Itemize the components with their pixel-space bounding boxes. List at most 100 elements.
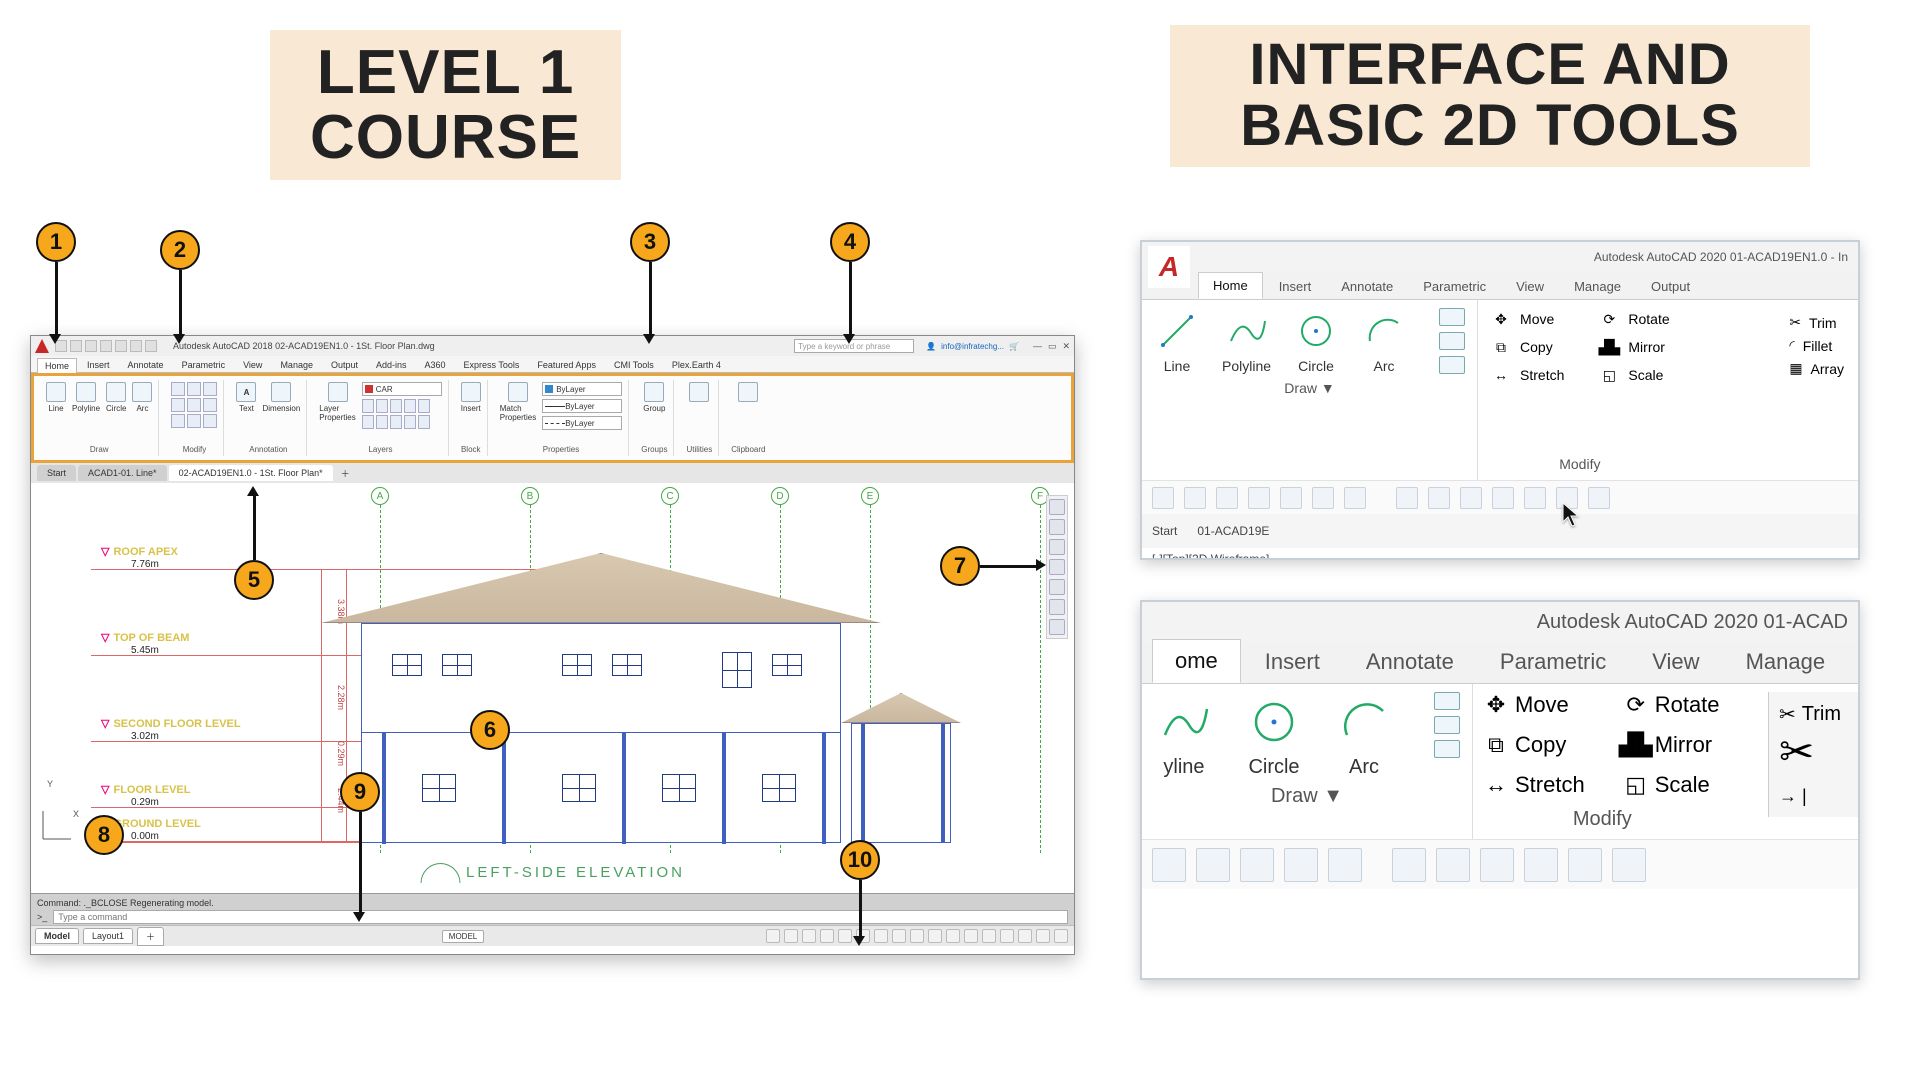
qa-save-icon[interactable] [1216, 487, 1238, 509]
tab-a-view[interactable]: View [1502, 274, 1558, 299]
qb-m5-icon[interactable] [1568, 848, 1602, 882]
ribbon-tab-addins[interactable]: Add-ins [368, 357, 415, 372]
qb-redo-icon[interactable] [1328, 848, 1362, 882]
tool-a-arc[interactable]: Arc [1361, 308, 1407, 374]
qa-undo-icon[interactable] [1312, 487, 1334, 509]
filebar-start[interactable]: Start [1152, 524, 1177, 538]
draw-panel-label-a[interactable]: Draw ▼ [1154, 380, 1465, 396]
status-cycling-icon[interactable] [946, 929, 960, 943]
file-tab-new[interactable]: ＋ [335, 464, 356, 483]
tool-a-array[interactable]: ▦Array [1789, 360, 1844, 377]
status-polar-icon[interactable] [820, 929, 834, 943]
tool-a-move[interactable]: ✥Move [1490, 308, 1564, 330]
tool-b-move[interactable]: ✥Move [1485, 692, 1585, 718]
trim-flyout[interactable]: ✂Trim ✂ → | [1768, 692, 1858, 817]
draw-panel-label-b[interactable]: Draw ▼ [1154, 785, 1460, 808]
viewport-label-a[interactable]: [-][Top][2D Wireframe] [1142, 548, 1858, 560]
quick-access-toolbar[interactable] [55, 340, 157, 352]
status-clean-icon[interactable] [1036, 929, 1050, 943]
lineweight-bylayer-dropdown[interactable]: ByLayer [542, 399, 622, 413]
tool-match-properties[interactable]: Match Properties [500, 382, 536, 430]
tool-insert-block[interactable]: Insert [461, 382, 481, 413]
drawing-canvas[interactable]: A B C D E F ▽ROOF APEX 7.76m ▽TOP OF BEA… [31, 483, 1074, 893]
tool-a-circle[interactable]: Circle [1293, 308, 1339, 374]
qa-new-icon[interactable] [1152, 487, 1174, 509]
qb-open-icon[interactable] [1196, 848, 1230, 882]
qa-saveas-icon[interactable] [1248, 487, 1270, 509]
status-grid-icon[interactable] [766, 929, 780, 943]
tool-b-copy[interactable]: ⧉Copy [1485, 732, 1585, 758]
tab-b-view[interactable]: View [1630, 641, 1721, 683]
tool-line[interactable]: Line [46, 382, 66, 413]
close-button[interactable]: ✕ [1062, 341, 1070, 352]
quick-access-a[interactable] [1142, 480, 1858, 514]
signin-icon[interactable]: 👤 [926, 342, 936, 351]
app-icon[interactable] [35, 339, 49, 353]
qb-m3-icon[interactable] [1480, 848, 1514, 882]
status-isolate-icon[interactable] [1018, 929, 1032, 943]
draw-extra-a[interactable] [1439, 308, 1465, 374]
tool-a-scale[interactable]: ◱Scale [1598, 364, 1669, 386]
tool-a-fillet[interactable]: ◜Fillet [1789, 337, 1844, 354]
tool-a-mirror[interactable]: ▟▙Mirror [1598, 336, 1669, 358]
qa-mod1-icon[interactable] [1396, 487, 1418, 509]
ribbon-tab-plexearth[interactable]: Plex.Earth 4 [664, 357, 729, 372]
qa-mod5-icon[interactable] [1524, 487, 1546, 509]
qb-m1-icon[interactable] [1392, 848, 1426, 882]
qa-plot-icon[interactable] [1280, 487, 1302, 509]
status-otrack-icon[interactable] [874, 929, 888, 943]
tool-a-line[interactable]: Line [1154, 308, 1200, 374]
tool-group[interactable]: Group [643, 382, 665, 413]
filebar-open[interactable]: 01-ACAD19E [1197, 524, 1269, 538]
qat-undo-icon[interactable] [130, 340, 142, 352]
qat-redo-icon[interactable] [145, 340, 157, 352]
ribbon-tab-home[interactable]: Home [37, 358, 77, 373]
utilities-icon[interactable] [689, 382, 709, 402]
qa-open-icon[interactable] [1184, 487, 1206, 509]
qb-save-icon[interactable] [1152, 848, 1186, 882]
tab-b-annotate[interactable]: Annotate [1344, 641, 1476, 683]
qb-m4-icon[interactable] [1524, 848, 1558, 882]
tab-b-home[interactable]: ome [1152, 639, 1241, 683]
tool-a-trim[interactable]: ✂Trim [1789, 314, 1844, 331]
layout-tab-layout1[interactable]: Layout1 [83, 928, 133, 944]
ribbon-tab-featured[interactable]: Featured Apps [529, 357, 604, 372]
navigation-bar[interactable] [1046, 495, 1068, 639]
status-units-icon[interactable] [982, 929, 996, 943]
tool-a-stretch[interactable]: ↔Stretch [1490, 364, 1564, 386]
status-quickprops-icon[interactable] [1000, 929, 1014, 943]
ribbon-tab-view[interactable]: View [235, 357, 270, 372]
tool-b-polyline[interactable]: yline [1154, 692, 1214, 779]
tool-b-circle[interactable]: Circle [1244, 692, 1304, 779]
layout-tab-new[interactable]: ＋ [137, 927, 164, 946]
nav-compass-icon[interactable] [1049, 499, 1065, 515]
status-ortho-icon[interactable] [802, 929, 816, 943]
tab-b-manage[interactable]: Manage [1724, 641, 1848, 683]
nav-orbit-icon[interactable] [1049, 559, 1065, 575]
file-tab-1[interactable]: 02-ACAD19EN1.0 - 1St. Floor Plan* [169, 465, 333, 481]
qb-m2-icon[interactable] [1436, 848, 1470, 882]
exchange-icon[interactable]: 🛒 [1009, 342, 1019, 351]
tool-b-arc[interactable]: Arc [1334, 692, 1394, 779]
nav-misc-icon[interactable] [1049, 619, 1065, 635]
tab-a-manage[interactable]: Manage [1560, 274, 1635, 299]
qat-plot-icon[interactable] [115, 340, 127, 352]
nav-zoom-icon[interactable] [1049, 539, 1065, 555]
qa-mod3-icon[interactable] [1460, 487, 1482, 509]
qat-saveas-icon[interactable] [100, 340, 112, 352]
tab-a-insert[interactable]: Insert [1265, 274, 1326, 299]
tab-b-parametric[interactable]: Parametric [1478, 641, 1628, 683]
tab-a-output[interactable]: Output [1637, 274, 1704, 299]
app-menu-a[interactable]: A [1148, 246, 1190, 288]
quick-access-b[interactable] [1142, 839, 1858, 889]
modify-mini-grid[interactable] [171, 382, 217, 428]
ribbon-tab-annotate[interactable]: Annotate [120, 357, 172, 372]
tab-a-annotate[interactable]: Annotate [1327, 274, 1407, 299]
tool-text[interactable]: AText [236, 382, 256, 413]
tab-a-parametric[interactable]: Parametric [1409, 274, 1500, 299]
qa-mod7-icon[interactable] [1588, 487, 1610, 509]
ribbon-tab-manage[interactable]: Manage [272, 357, 321, 372]
tool-a-polyline[interactable]: Polyline [1222, 308, 1271, 374]
layer-tools[interactable] [362, 399, 442, 429]
status-lwt-icon[interactable] [910, 929, 924, 943]
